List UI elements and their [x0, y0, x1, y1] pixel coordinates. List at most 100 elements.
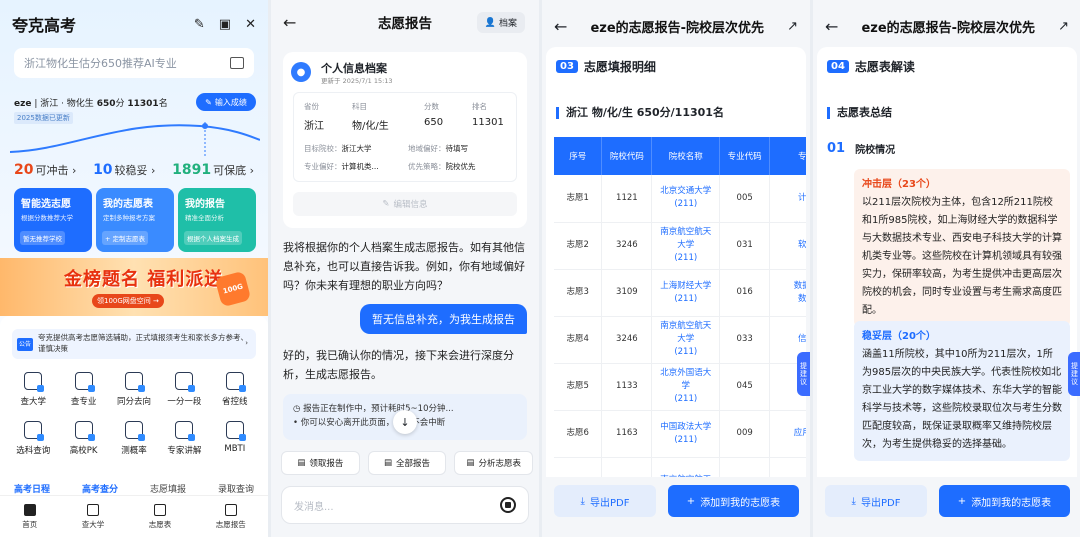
nav-university[interactable]: 查大学	[82, 503, 104, 530]
tool-score-rank[interactable]: 一分一段	[159, 372, 209, 407]
table-cell: 志愿3	[554, 269, 603, 317]
item-heading: 01 院校情况	[827, 141, 896, 156]
table-cell[interactable]: 南京航空航天 大学 (211)	[651, 222, 721, 270]
tool-expert[interactable]: 专家讲解	[159, 421, 209, 456]
table-cell[interactable]: 上海财经大学 (211)	[651, 269, 721, 317]
candidate-summary: 浙江 物/化/生 650分/11301名	[556, 107, 724, 119]
table-cell: 数据科 数据	[769, 269, 806, 317]
top-bar: 夸克高考 ✎ ▣ ✕	[12, 12, 256, 36]
screen-icon[interactable]: ▣	[219, 17, 231, 32]
export-pdf-button[interactable]: ⤓ 导出PDF	[825, 485, 927, 517]
table-row: 志愿33109上海财经大学 (211)016数据科 数据	[554, 269, 806, 317]
header: ← eze的志愿报告-院校层次优先 ↗	[813, 0, 1080, 52]
feedback-button[interactable]: 提建议	[797, 352, 810, 396]
download-icon: ⤓	[580, 495, 585, 507]
promo-banner[interactable]: 金榜题名 福利派送 领100G网盘空间 → 100G	[0, 258, 268, 316]
compass-icon	[124, 372, 145, 392]
app-title: 夸克高考	[12, 16, 77, 35]
scroll-down-button[interactable]: ↓	[393, 410, 417, 434]
stat-rush[interactable]: 20 可冲击 ›	[14, 162, 76, 178]
share-icon[interactable]: ↗	[1058, 19, 1069, 34]
table-cell[interactable]: 南京航空航天 大学 (211)	[651, 316, 721, 364]
table-cell: 045	[719, 363, 771, 411]
pencil-icon: ✎	[382, 199, 390, 209]
ai-message: 好的，我已确认你的情况，接下来会进行深度分析，生成志愿报告。	[283, 349, 514, 381]
table-cell: 志愿2	[554, 222, 603, 270]
tab-schedule[interactable]: 高考日程	[14, 482, 50, 495]
my-report-card[interactable]: 我的报告 精准全面分析 根据个人档案生成	[178, 188, 256, 252]
feedback-button[interactable]: 提建议	[1068, 352, 1080, 396]
tools-sheet: 公告 夸克提供高考志愿筛选辅助，正式填报须考生和家长多方参考、谨慎决策 › 查大…	[0, 316, 268, 537]
university-icon	[87, 503, 99, 516]
message-icon[interactable]	[230, 57, 244, 69]
tool-subject-query[interactable]: 选科查询	[8, 421, 58, 456]
table-row: 志愿11121北京交通大学 (211)005计算	[554, 175, 806, 223]
message-input[interactable]: 发消息...	[281, 486, 529, 524]
profile-card: ● 个人信息档案 更新于 2025/7/1 15:13 省份 浙江 科目 物/化/生…	[283, 52, 527, 228]
notice-bar[interactable]: 公告 夸克提供高考志愿筛选辅助，正式填报须考生和家长多方参考、谨慎决策 ›	[12, 329, 256, 359]
export-pdf-button[interactable]: ⤓ 导出PDF	[554, 485, 656, 517]
field-strategy: 优先策略：院校优先	[408, 162, 476, 171]
edit-icon[interactable]: ✎	[194, 17, 205, 32]
col-header: 院校代码	[601, 137, 653, 175]
tool-search-major[interactable]: 查专业	[58, 372, 108, 407]
table-cell: 031	[719, 222, 771, 270]
search-input[interactable]: 浙江物化生估分650推荐AI专业	[14, 48, 254, 78]
table-cell: 志愿4	[554, 316, 603, 364]
stat-stable[interactable]: 10 较稳妥 ›	[93, 162, 155, 178]
tool-search-university[interactable]: 查大学	[8, 372, 58, 407]
nav-report[interactable]: 志愿报告	[216, 503, 246, 530]
tool-control-line[interactable]: 省控线	[210, 372, 260, 407]
col-header: 院校名称	[651, 137, 721, 175]
table-cell: 005	[719, 175, 771, 223]
quick-actions: ▤ 领取报告 ▤ 全部报告 ▤ 分析志愿表	[281, 451, 534, 475]
field-target: 目标院校：浙江大学	[304, 144, 372, 153]
smart-choice-card[interactable]: 智能选志愿 根据分数推荐大学 暂无推荐学校	[14, 188, 92, 252]
ai-message: 我将根据你的个人档案生成志愿报告。如有其他信息补充，也可以直接告诉我。例如，你有…	[283, 241, 525, 292]
tool-university-pk[interactable]: 高校PK	[58, 421, 108, 456]
add-to-plan-button[interactable]: + 添加到我的志愿表	[668, 485, 799, 517]
tab-score-query[interactable]: 高考查分	[82, 482, 118, 495]
table-cell	[601, 457, 653, 477]
table-cell[interactable]: 南京航空航天	[651, 457, 721, 477]
all-reports-chip[interactable]: ▤ 全部报告	[367, 451, 447, 475]
plus-icon: +	[686, 495, 696, 507]
get-report-chip[interactable]: ▤ 领取报告	[281, 451, 360, 475]
archive-button[interactable]: 👤 档案	[476, 12, 525, 33]
nav-home[interactable]: 首页	[22, 503, 37, 530]
banner-cta: 领100G网盘空间 →	[92, 294, 164, 308]
tool-mbti[interactable]: MBTI	[210, 421, 260, 456]
edit-info-button[interactable]: ✎ 编辑信息	[293, 192, 517, 216]
tool-probability[interactable]: 测概率	[109, 421, 159, 456]
clock-icon: ◷	[293, 404, 301, 414]
table-cell[interactable]: 北京外国语大 学 (211)	[651, 363, 721, 411]
add-to-plan-button[interactable]: + 添加到我的志愿表	[939, 485, 1070, 517]
table-row: 志愿51133北京外国语大 学 (211)045计算	[554, 363, 806, 411]
table-cell: 应用心	[769, 410, 806, 458]
nav-plan[interactable]: 志愿表	[149, 503, 171, 530]
table-cell[interactable]: 中国政法大学 (211)	[651, 410, 721, 458]
interpretation-section: 04 志愿表解读 志愿表总结 01 院校情况 冲击层（23个） 以211层次院校为主…	[817, 47, 1077, 477]
profile-details: 省份 浙江 科目 物/化/生 分数 650 排名 11301 目标院校：浙江大学 地域偏…	[293, 92, 517, 182]
table-cell: 3109	[601, 269, 653, 317]
my-plan-card[interactable]: 我的志愿表 定制多种报考方案 + 定制志愿表	[96, 188, 174, 252]
back-arrow-icon[interactable]: ←	[825, 17, 838, 36]
tab-application[interactable]: 志愿填报	[150, 482, 186, 495]
page-title: eze的志愿报告-院校层次优先	[861, 20, 1036, 36]
analyze-plan-chip[interactable]: ▤ 分析志愿表	[454, 451, 534, 475]
video-icon	[175, 421, 196, 441]
stat-safe[interactable]: 1891 可保底 ›	[172, 162, 254, 178]
send-icon[interactable]	[500, 497, 516, 513]
home-icon	[23, 503, 36, 516]
tab-admission[interactable]: 录取查询	[218, 482, 254, 495]
table-cell: 3246	[601, 222, 653, 270]
col-header: 专业	[769, 137, 806, 175]
table-cell[interactable]: 北京交通大学 (211)	[651, 175, 721, 223]
share-icon[interactable]: ↗	[787, 19, 798, 34]
back-arrow-icon[interactable]: ←	[283, 13, 303, 32]
back-arrow-icon[interactable]: ←	[554, 17, 567, 36]
enter-score-button[interactable]: ✎ 输入成绩	[196, 93, 256, 111]
close-icon[interactable]: ✕	[245, 17, 256, 32]
tool-same-score[interactable]: 同分去向	[109, 372, 159, 407]
field-subjects: 科目 物/化/生	[352, 102, 389, 132]
